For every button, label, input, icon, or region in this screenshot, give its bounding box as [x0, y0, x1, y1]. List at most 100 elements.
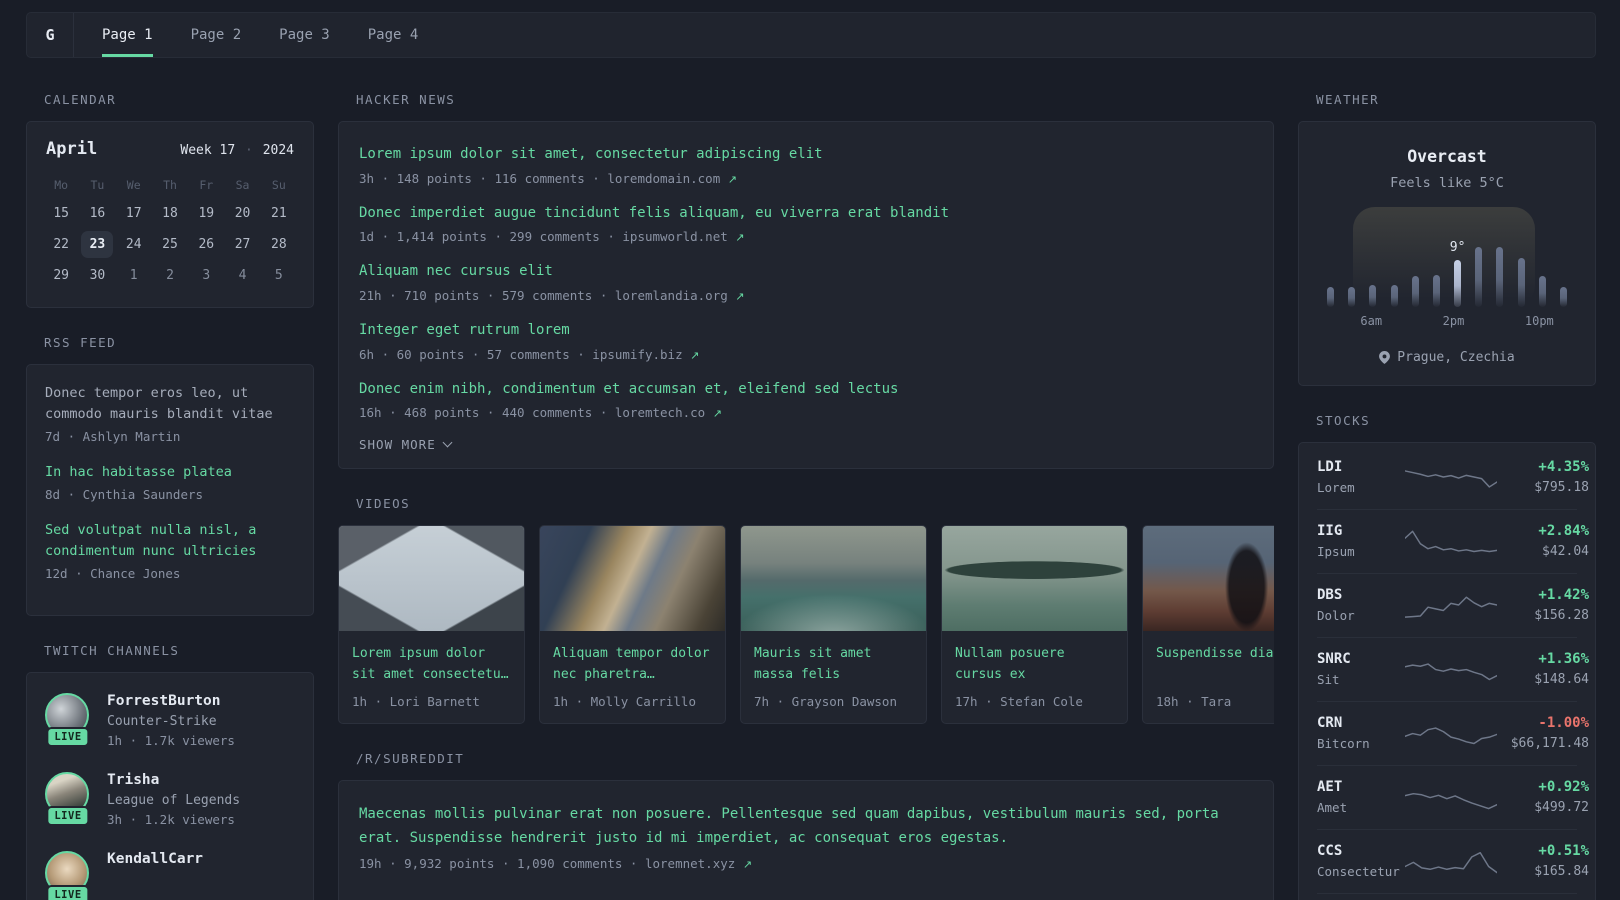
app-logo[interactable]: G [27, 13, 74, 57]
calendar-day: 25 [162, 237, 178, 252]
hackernews-item-title[interactable]: Donec imperdiet augue tincidunt felis al… [359, 203, 1253, 225]
hackernews-show-more-button[interactable]: SHOW MORE [359, 437, 1253, 452]
hackernews-item-title[interactable]: Integer eget rutrum lorem [359, 320, 1253, 342]
calendar-month: April [46, 139, 98, 159]
hackernews-item-meta[interactable]: 1d · 1,414 points · 299 comments · ipsum… [359, 229, 1253, 244]
hackernews-item-title[interactable]: Donec enim nibh, condimentum et accumsan… [359, 379, 1253, 401]
hackernews-item-title[interactable]: Lorem ipsum dolor sit amet, consectetur … [359, 144, 1253, 166]
weather-bar-column [1511, 238, 1532, 307]
calendar-day: 27 [234, 237, 251, 252]
page-tab[interactable]: Page 2 [191, 13, 242, 57]
rss-item-title[interactable]: Sed volutpat nulla nisl, a condimentum n… [45, 520, 295, 562]
hackernews-item: Integer eget rutrum lorem 6h · 60 points… [359, 320, 1253, 362]
stock-row[interactable]: CRN Bitcorn -1.00% $66,171.48 [1317, 702, 1589, 766]
calendar-day: 5 [274, 268, 283, 283]
twitch-channel-name[interactable]: Trisha [107, 772, 240, 788]
hackernews-list: Lorem ipsum dolor sit amet, consectetur … [359, 144, 1253, 420]
video-card[interactable]: Suspendisse diam 18h · Tara [1142, 525, 1274, 725]
stock-row[interactable]: CCS Consectetur +0.51% $165.84 [1317, 830, 1589, 894]
hackernews-item-meta[interactable]: 16h · 468 points · 440 comments · loremt… [359, 405, 1253, 420]
reddit-post-meta[interactable]: 19h · 9,932 points · 1,090 comments · lo… [359, 856, 1253, 871]
stock-change-percent: +1.42% [1538, 587, 1589, 603]
rss-widget: Donec tempor eros leo, ut commodo mauris… [26, 364, 314, 616]
video-thumbnail[interactable] [339, 526, 524, 632]
sparkline-chart [1405, 470, 1497, 488]
video-title[interactable]: Lorem ipsum dolor sit amet consectetu… [352, 643, 511, 685]
stock-change-percent: +1.36% [1538, 651, 1589, 667]
twitch-channel-category: League of Legends [107, 792, 241, 808]
weather-hourly-chart: 9° [1317, 207, 1577, 307]
hackernews-section: HACKER NEWS Lorem ipsum dolor sit amet, … [338, 92, 1274, 470]
stock-row[interactable]: DBS Dolor +1.42% $156.28 [1317, 574, 1589, 638]
reddit-section: /R/SUBREDDIT Maecenas mollis pulvinar er… [338, 751, 1274, 900]
weather-bar [1517, 258, 1525, 307]
dashboard-page: G Page 1 Page 2 Page 3 Page 4 CALENDAR A… [0, 0, 1620, 900]
stock-name: Ipsum [1317, 544, 1355, 559]
video-title[interactable]: Suspendisse diam [1156, 643, 1274, 685]
video-thumbnail[interactable] [741, 526, 926, 632]
twitch-widget: LIVE ForrestBurton Counter-Strike 1h · 1… [26, 671, 314, 900]
stock-row[interactable]: AHS +0.46% [1317, 894, 1577, 900]
twitch-channel-row[interactable]: LIVE Trisha League of Legends 3h · 1.2k … [45, 771, 295, 827]
weather-time-label: 10pm [1524, 314, 1554, 328]
video-thumbnail[interactable] [1143, 526, 1274, 632]
external-link-icon: ↗ [735, 290, 745, 304]
rss-item-title[interactable]: In hac habitasse platea [45, 462, 295, 483]
twitch-channel-row[interactable]: LIVE ForrestBurton Counter-Strike 1h · 1… [45, 692, 295, 748]
hackernews-item-meta[interactable]: 6h · 60 points · 57 comments · ipsumify.… [359, 347, 1253, 362]
calendar-section-label: CALENDAR [44, 92, 117, 107]
stock-row[interactable]: IIG Ipsum +2.84% $42.04 [1317, 510, 1589, 574]
video-thumbnail[interactable] [540, 526, 725, 632]
rss-item-title[interactable]: Donec tempor eros leo, ut commodo mauris… [45, 383, 295, 425]
rss-item: Sed volutpat nulla nisl, a condimentum n… [45, 520, 295, 581]
external-link-icon: ↗ [712, 407, 722, 421]
hackernews-item: Donec enim nibh, condimentum et accumsan… [359, 379, 1253, 421]
calendar-day: 16 [89, 206, 106, 221]
page-tab[interactable]: Page 1 [102, 13, 153, 57]
stock-row[interactable]: AET Amet +0.92% $499.72 [1317, 766, 1589, 830]
stock-price: $499.72 [1534, 800, 1589, 815]
video-thumbnail[interactable] [942, 526, 1127, 632]
twitch-channel-name[interactable]: ForrestBurton [107, 693, 235, 709]
page-tab[interactable]: Page 3 [279, 13, 330, 57]
external-link-icon: ↗ [735, 231, 745, 245]
weather-bar [1559, 287, 1567, 307]
stock-row[interactable]: SNRC Sit +1.36% $148.64 [1317, 638, 1589, 702]
stock-change-percent: +0.92% [1538, 779, 1589, 795]
stock-sparkline [1405, 844, 1497, 878]
rss-item-meta: 7d · Ashlyn Martin [45, 428, 181, 444]
hackernews-item-meta[interactable]: 3h · 148 points · 116 comments · loremdo… [359, 171, 1253, 186]
video-title[interactable]: Nullam posuere cursus ex [955, 643, 1114, 685]
calendar-day-header: Fr [199, 178, 214, 192]
weather-bars: 9° [1317, 221, 1577, 307]
video-card[interactable]: Lorem ipsum dolor sit amet consectetu… 1… [338, 525, 525, 725]
calendar-day-header: We [126, 178, 141, 192]
video-card[interactable]: Mauris sit amet massa felis 7h · Grayson… [740, 525, 927, 725]
stock-ticker: IIG [1317, 523, 1343, 539]
live-badge: LIVE [46, 805, 90, 826]
weather-bar-column [1553, 267, 1574, 307]
weather-time-label [1320, 314, 1340, 328]
weather-bar [1390, 285, 1398, 307]
video-title[interactable]: Mauris sit amet massa felis [754, 643, 913, 685]
stock-sparkline [1405, 524, 1497, 558]
reddit-post-title[interactable]: Maecenas mollis pulvinar erat non posuer… [359, 803, 1253, 849]
video-title[interactable]: Aliquam tempor dolor nec pharetra… [553, 643, 712, 685]
page-tab[interactable]: Page 4 [368, 13, 419, 57]
weather-bar-column [1489, 227, 1510, 307]
calendar-section: CALENDAR April Week 17 · 2024 Mo Tu We Th Fr… [26, 92, 314, 308]
hackernews-item: Aliquam nec cursus elit 21h · 710 points… [359, 261, 1253, 303]
twitch-channel-row[interactable]: LIVE KendallCarr [45, 850, 295, 900]
rss-item-meta: 8d · Cynthia Saunders [45, 486, 204, 502]
twitch-channel-name[interactable]: KendallCarr [107, 851, 203, 867]
stock-price: $148.64 [1534, 672, 1589, 687]
weather-bar [1496, 247, 1504, 307]
hackernews-item-meta[interactable]: 21h · 710 points · 579 comments · loreml… [359, 288, 1253, 303]
video-card[interactable]: Nullam posuere cursus ex 17h · Stefan Co… [941, 525, 1128, 725]
hackernews-item-title[interactable]: Aliquam nec cursus elit [359, 261, 1253, 283]
video-card[interactable]: Aliquam tempor dolor nec pharetra… 1h · … [539, 525, 726, 725]
stock-ticker: AET [1317, 779, 1343, 795]
stock-row[interactable]: LDI Lorem +4.35% $795.18 [1317, 446, 1589, 510]
weather-location: Prague, Czechia [1317, 350, 1577, 365]
sparkline-chart [1405, 530, 1497, 553]
